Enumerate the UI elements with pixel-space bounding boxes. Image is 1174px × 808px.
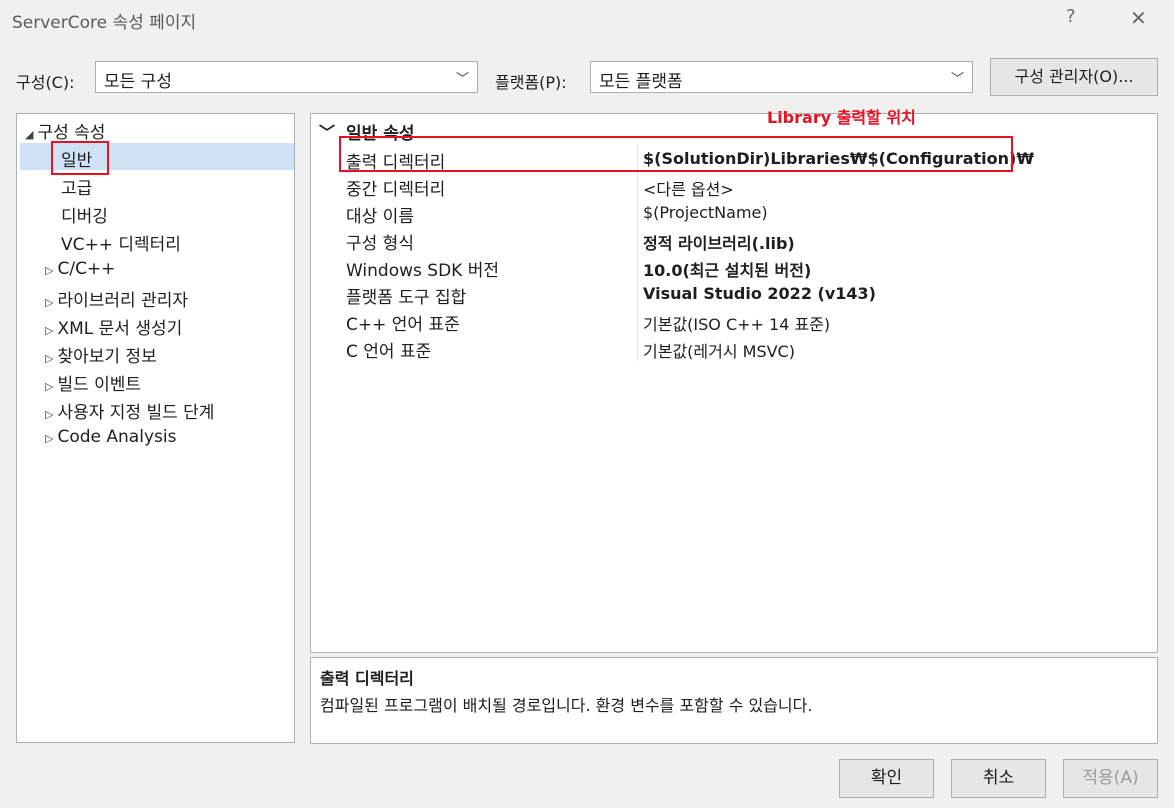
tree-item-label: C/C++ [57,259,116,279]
property-name: 대상 이름 [346,207,414,227]
apply-button[interactable]: 적용(A) [1063,759,1158,798]
property-value: 기본값(ISO C++ 14 표준) [643,315,831,334]
cancel-button[interactable]: 취소 [951,759,1046,798]
description-title: 출력 디렉터리 [320,669,414,688]
grid-row[interactable]: C++ 언어 표준 기본값(ISO C++ 14 표준) [311,307,1157,335]
property-name: Windows SDK 버전 [346,261,500,281]
property-name: 구성 형식 [346,234,414,254]
ok-button[interactable]: 확인 [839,759,934,798]
tree-item-label: 사용자 지정 빌드 단계 [57,403,215,423]
tree-item-label: XML 문서 생성기 [57,319,183,339]
property-value: 10.0(최근 설치된 버전) [643,261,812,280]
property-name: C 언어 표준 [346,342,432,362]
platform-combo[interactable]: 모든 플랫폼 ﹀ [590,61,973,93]
tree-item-label: 찾아보기 정보 [57,347,157,367]
description-text: 컴파일된 프로그램이 배치될 경로입니다. 환경 변수를 포함할 수 있습니다. [320,696,813,715]
property-grid: ﹀ 일반 속성 출력 디렉터리 $(SolutionDir)Libraries₩… [310,113,1158,653]
annotation-label: Library 출력할 위치 [767,108,916,127]
tree-item-label: 라이브러리 관리자 [57,291,188,311]
config-label: 구성(C): [16,73,75,92]
grid-row[interactable]: Windows SDK 버전 10.0(최근 설치된 버전) [311,253,1157,281]
collapsed-triangle-icon: ▷ [45,324,54,337]
collapsed-triangle-icon: ▷ [45,296,54,309]
tree-item-vc-directories[interactable]: VC++ 디렉터리 [61,230,181,255]
property-value: 정적 라이브러리(.lib) [643,234,795,253]
property-name: 플랫폼 도구 집합 [346,288,467,308]
property-value: $(ProjectName) [643,203,768,222]
config-combo[interactable]: 모든 구성 ﹀ [95,61,478,93]
tree-item-browse-info[interactable]: ▷ 찾아보기 정보 [45,342,157,367]
grid-row[interactable]: 플랫폼 도구 집합 Visual Studio 2022 (v143) [311,280,1157,308]
tree-item-code-analysis[interactable]: ▷ Code Analysis [45,427,176,447]
tree-item-xml-doc[interactable]: ▷ XML 문서 생성기 [45,314,182,339]
output-dir-annotation-box [339,136,1013,172]
tree-root-label: 구성 속성 [37,123,106,143]
grid-row[interactable]: 대상 이름 $(ProjectName) [311,199,1157,227]
property-value: 기본값(레거시 MSVC) [643,342,795,361]
chevron-down-icon: ﹀ [950,72,964,87]
tree-item-label: Code Analysis [57,427,177,447]
property-name: 중간 디렉터리 [346,180,446,200]
collapsed-triangle-icon: ▷ [45,408,54,421]
grid-row[interactable]: 중간 디렉터리 <다른 옵션> [311,172,1157,200]
expanded-triangle-icon: ◢ [25,128,34,141]
property-value: Visual Studio 2022 (v143) [643,284,876,303]
tree-root[interactable]: ◢ 구성 속성 [25,118,105,143]
config-combo-value: 모든 구성 [104,72,172,92]
collapsed-triangle-icon: ▷ [45,380,54,393]
platform-label: 플랫폼(P): [495,73,567,92]
description-panel: 출력 디렉터리 컴파일된 프로그램이 배치될 경로입니다. 환경 변수를 포함할… [310,657,1158,744]
tree-item-advanced[interactable]: 고급 [61,174,92,199]
property-name: C++ 언어 표준 [346,315,460,335]
tree-item-c-cpp[interactable]: ▷ C/C++ [45,259,115,279]
grid-row[interactable]: C 언어 표준 기본값(레거시 MSVC) [311,334,1157,362]
configuration-manager-button[interactable]: 구성 관리자(O)... [990,58,1158,96]
chevron-down-icon[interactable]: ﹀ [319,119,335,143]
tree-item-build-events[interactable]: ▷ 빌드 이벤트 [45,370,141,395]
property-value: <다른 옵션> [643,180,734,199]
property-tree: ◢ 구성 속성 일반 고급 디버깅 VC++ 디렉터리 ▷ C/C++ ▷ 라이브러리… [16,113,295,743]
tree-item-label: 빌드 이벤트 [57,375,142,395]
tree-item-debugging[interactable]: 디버깅 [61,202,108,227]
close-button[interactable]: ✕ [1130,6,1147,30]
collapsed-triangle-icon: ▷ [45,352,54,365]
collapsed-triangle-icon: ▷ [45,432,54,445]
tree-item-librarian[interactable]: ▷ 라이브러리 관리자 [45,286,188,311]
collapsed-triangle-icon: ▷ [45,264,54,277]
grid-row[interactable]: 구성 형식 정적 라이브러리(.lib) [311,226,1157,254]
window-title: ServerCore 속성 페이지 [12,13,197,33]
chevron-down-icon: ﹀ [455,72,469,87]
tree-item-custom-build[interactable]: ▷ 사용자 지정 빌드 단계 [45,398,214,423]
platform-combo-value: 모든 플랫폼 [599,72,683,92]
help-button[interactable]: ? [1066,6,1076,27]
selection-annotation-box [51,141,109,175]
